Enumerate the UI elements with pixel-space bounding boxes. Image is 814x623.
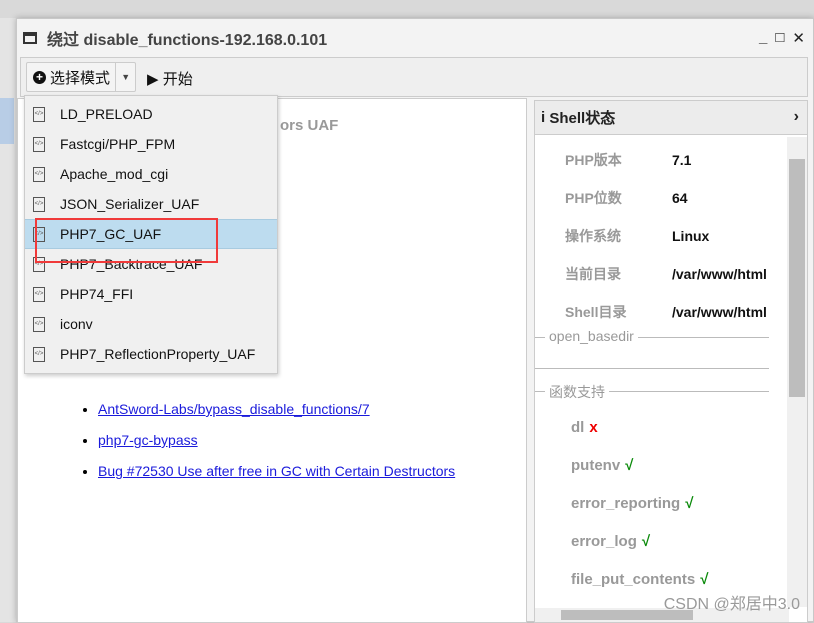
window-icon: [23, 32, 37, 44]
status-value: Linux: [672, 228, 710, 244]
background-selection: [0, 98, 14, 144]
scrollbar-thumb[interactable]: [789, 159, 805, 397]
status-value: /var/www/html: [672, 266, 767, 282]
menu-item[interactable]: </> JSON_Serializer_UAF: [25, 189, 277, 219]
function-item: error_reporting √: [571, 484, 708, 522]
start-label: 开始: [162, 71, 193, 88]
check-icon: √: [625, 456, 634, 474]
select-mode-main[interactable]: + 选择模式: [27, 63, 115, 91]
select-mode-button[interactable]: + 选择模式 ▼: [26, 62, 136, 92]
status-row: 当前目录/var/www/html: [565, 255, 788, 293]
code-file-icon: </>: [33, 286, 45, 302]
description-heading: ors UAF: [280, 117, 339, 134]
reference-link[interactable]: Bug #72530 Use after free in GC with Cer…: [98, 463, 455, 479]
menu-item[interactable]: </> Fastcgi/PHP_FPM: [25, 129, 277, 159]
status-key: Shell目录: [565, 304, 627, 320]
code-file-icon: </>: [33, 106, 45, 122]
minimize-button[interactable]: _: [759, 29, 767, 47]
status-row: 操作系统 Linux: [565, 217, 788, 255]
vertical-scrollbar[interactable]: [787, 137, 807, 607]
code-file-icon: </>: [33, 196, 45, 212]
info-icon: i: [541, 109, 550, 126]
status-key: PHP版本: [565, 152, 622, 168]
function-name: dl: [571, 418, 585, 436]
watermark: CSDN @郑居中3.0: [663, 596, 800, 613]
code-file-icon: </>: [33, 136, 45, 152]
function-name: error_log: [571, 532, 637, 550]
status-row: Shell目录/var/www/html: [565, 293, 788, 331]
menu-item-label: Fastcgi/PHP_FPM: [60, 136, 176, 152]
shell-status-panel: i Shell状态 › PHP版本 7.1 PHP位数 64 操作系统 Linux 当前…: [534, 100, 808, 623]
status-key: PHP位数: [565, 190, 622, 206]
check-icon: √: [685, 494, 694, 512]
status-value: 64: [672, 190, 688, 206]
annotation-highlight-box: [35, 218, 218, 263]
toolbar: + 选择模式 ▼ ▶ 开始: [20, 57, 808, 97]
window-title: 绕过 disable_functions-192.168.0.101: [47, 32, 328, 49]
start-button[interactable]: ▶ 开始: [147, 68, 193, 89]
code-file-icon: </>: [33, 346, 45, 362]
status-value: /var/www/html: [672, 304, 767, 320]
play-icon: ▶: [147, 71, 159, 88]
reference-link[interactable]: AntSword-Labs/bypass_disable_functions/7: [98, 401, 370, 417]
open-basedir-legend: open_basedir: [545, 328, 638, 344]
reference-link[interactable]: php7-gc-bypass: [98, 432, 198, 448]
menu-item-label: JSON_Serializer_UAF: [60, 196, 200, 212]
status-row: PHP版本 7.1: [565, 141, 788, 179]
shell-status-header[interactable]: i Shell状态 ›: [535, 101, 807, 135]
caret-down-icon[interactable]: ▼: [115, 63, 135, 91]
status-key: 当前目录: [565, 266, 621, 282]
menu-item-label: LD_PRELOAD: [60, 106, 153, 122]
plus-circle-icon: +: [33, 70, 46, 84]
reference-list: AntSword-Labs/bypass_disable_functions/7…: [80, 399, 455, 492]
select-mode-label: 选择模式: [50, 69, 111, 87]
function-item: error_log √: [571, 522, 708, 560]
status-row: PHP位数 64: [565, 179, 788, 217]
status-key: 操作系统: [565, 228, 621, 244]
check-icon: √: [700, 570, 709, 588]
close-button[interactable]: ✕: [792, 29, 805, 47]
code-file-icon: </>: [33, 166, 45, 182]
maximize-button[interactable]: □: [775, 29, 784, 47]
code-file-icon: </>: [33, 316, 45, 332]
menu-item[interactable]: </> Apache_mod_cgi: [25, 159, 277, 189]
open-basedir-fieldset: open_basedir: [535, 328, 769, 369]
shell-status-title: Shell状态: [549, 110, 616, 127]
function-support-fieldset: 函数支持: [535, 382, 769, 402]
function-name: putenv: [571, 456, 621, 474]
menu-item[interactable]: </> PHP7_ReflectionProperty_UAF: [25, 339, 277, 369]
title-bar[interactable]: 绕过 disable_functions-192.168.0.101 _ □ ✕: [17, 19, 813, 57]
function-item: putenv √: [571, 446, 708, 484]
function-support-legend: 函数支持: [545, 382, 609, 402]
menu-item-label: iconv: [60, 316, 93, 332]
cross-icon: x: [589, 418, 598, 436]
menu-item-label: PHP7_ReflectionProperty_UAF: [60, 346, 256, 362]
menu-item[interactable]: </> iconv: [25, 309, 277, 339]
check-icon: √: [641, 532, 651, 550]
menu-item[interactable]: </> PHP74_FFI: [25, 279, 277, 309]
status-value: 7.1: [672, 152, 692, 168]
menu-item-label: Apache_mod_cgi: [60, 166, 169, 182]
function-name: error_reporting: [571, 494, 681, 512]
menu-item[interactable]: </> LD_PRELOAD: [25, 99, 277, 129]
menu-item-label: PHP74_FFI: [60, 286, 134, 302]
chevron-right-icon[interactable]: ›: [794, 108, 799, 126]
function-name: file_put_contents: [571, 570, 696, 588]
function-item: dl x: [571, 408, 708, 446]
